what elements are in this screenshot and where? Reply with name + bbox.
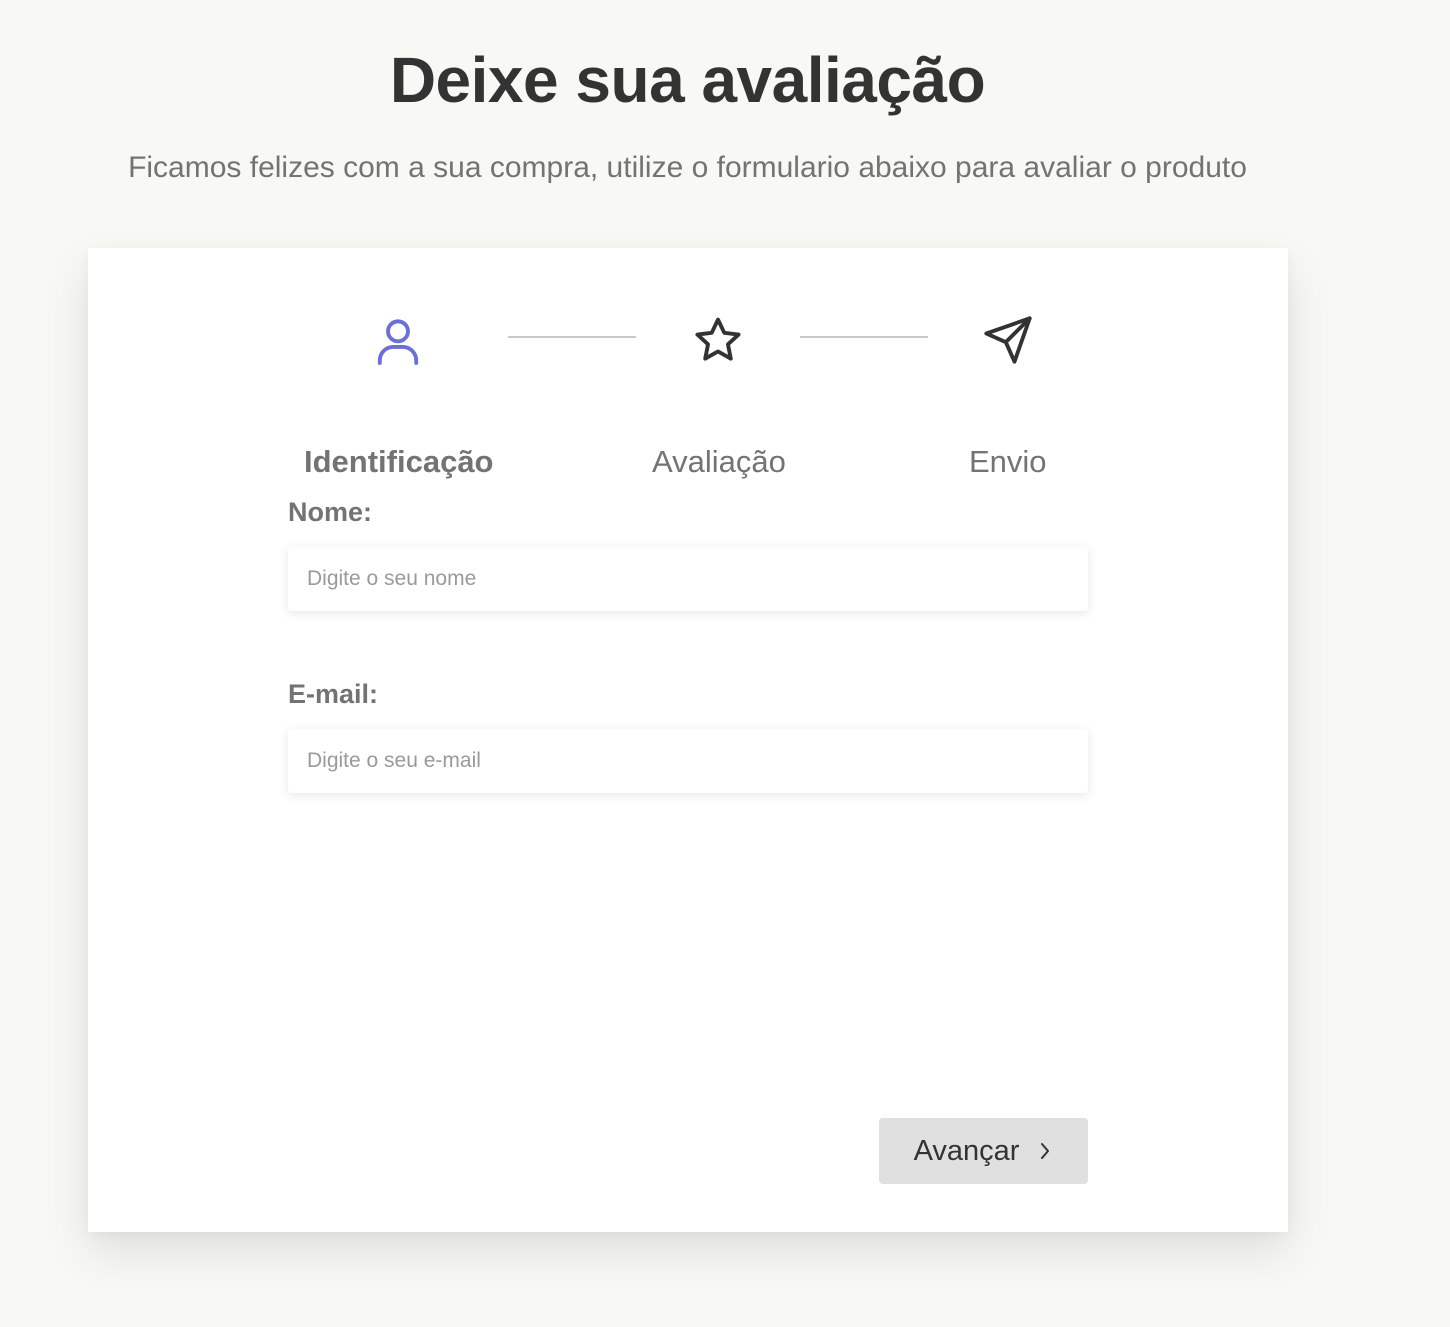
step-label-identification: Identificação	[304, 444, 494, 479]
step-connector-2	[800, 336, 928, 338]
next-button-label: Avançar	[913, 1134, 1020, 1167]
step-label-submit: Envio	[969, 444, 1047, 479]
name-input[interactable]	[288, 547, 1088, 611]
next-button[interactable]: Avançar	[879, 1118, 1088, 1184]
step-connector-1	[508, 336, 636, 338]
send-icon	[984, 316, 1032, 364]
page-subtitle: Ficamos felizes com a sua compra, utiliz…	[128, 151, 1247, 184]
step-identification[interactable]: Identificação	[288, 314, 508, 484]
step-submit[interactable]: Envio	[928, 314, 1088, 484]
user-icon	[377, 319, 419, 365]
step-label-rating: Avaliação	[652, 444, 786, 479]
email-input[interactable]	[288, 729, 1088, 793]
page-title: Deixe sua avaliação	[389, 44, 986, 116]
chevron-right-icon	[1041, 1143, 1050, 1159]
step-rating[interactable]: Avaliação	[636, 314, 800, 484]
star-icon	[695, 317, 741, 361]
email-label: E-mail:	[288, 679, 379, 709]
name-label: Nome:	[288, 497, 373, 527]
review-form-card: Identificação Avaliação Envio Nome: E-ma…	[88, 248, 1288, 1232]
